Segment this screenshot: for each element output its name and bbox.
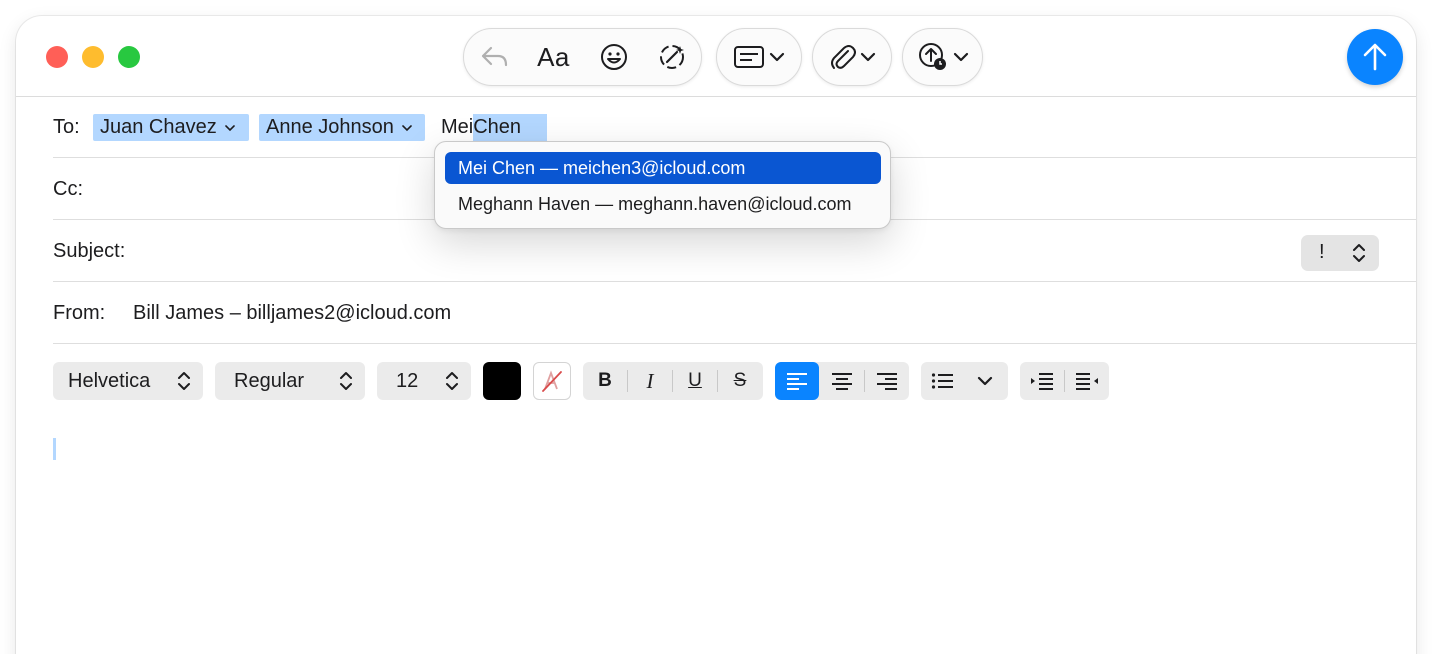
chevron-down-icon: [769, 52, 785, 62]
cc-label: Cc:: [53, 178, 83, 200]
chevron-down-icon: [402, 124, 412, 131]
attachment-menu-button[interactable]: [812, 28, 892, 86]
underline-icon: U: [688, 370, 702, 391]
decrease-indent-button[interactable]: [1020, 362, 1064, 400]
stepper-icon: [340, 372, 352, 390]
send-button[interactable]: [1347, 29, 1403, 85]
decrease-indent-icon: [1031, 373, 1053, 390]
bold-icon: B: [598, 370, 612, 391]
background-color-well[interactable]: [533, 362, 571, 400]
strikethrough-button[interactable]: S: [718, 362, 762, 400]
arrow-up-icon: [1363, 43, 1387, 71]
stepper-icon: [1353, 244, 1365, 262]
autocomplete-item[interactable]: Meghann Haven — meghann.haven@icloud.com: [445, 188, 881, 220]
align-center-icon: [831, 373, 852, 390]
chevron-down-icon: [224, 124, 235, 131]
strikethrough-icon: S: [733, 370, 747, 391]
autocomplete-item[interactable]: Mei Chen — meichen3@icloud.com: [445, 152, 881, 184]
align-left-icon: [787, 373, 807, 390]
alignment-group: [775, 362, 909, 400]
font-style-select[interactable]: Regular: [215, 362, 365, 400]
text-style-group: B I U S: [583, 362, 763, 400]
text-caret: [53, 438, 56, 460]
underline-button[interactable]: U: [673, 362, 717, 400]
font-value: Helvetica: [68, 369, 151, 392]
subject-field-row[interactable]: Subject: !: [53, 220, 1416, 282]
priority-select[interactable]: !: [1301, 235, 1379, 271]
bullet-list-icon: [931, 373, 953, 389]
header-fields-icon: [734, 46, 764, 68]
header-fields-menu-button[interactable]: [716, 28, 802, 86]
align-right-icon: [877, 373, 897, 390]
recipient-name: Anne Johnson: [266, 116, 394, 138]
subject-label: Subject:: [53, 240, 126, 262]
no-color-icon: [542, 370, 562, 392]
font-style-value: Regular: [234, 369, 305, 392]
chevron-down-icon: [953, 52, 968, 62]
increase-indent-button[interactable]: [1065, 362, 1109, 400]
writing-tools-icon: [659, 45, 684, 69]
chevron-down-icon: [860, 52, 876, 62]
from-account-select[interactable]: Bill James – billjames2@icloud.com: [133, 302, 451, 325]
close-window-button[interactable]: [46, 46, 68, 68]
window-controls: [46, 46, 140, 68]
toolbar-main-group: Aa: [463, 28, 702, 86]
text-color-well[interactable]: [483, 362, 521, 400]
font-size-value: 12: [396, 369, 419, 392]
chevron-down-icon: [977, 376, 993, 386]
writing-tools-button[interactable]: [643, 37, 701, 77]
to-input[interactable]: Mei Chen: [441, 114, 548, 141]
upload-menu-button[interactable]: [902, 28, 983, 86]
font-size-select[interactable]: 12: [377, 362, 471, 400]
message-body[interactable]: [53, 416, 1416, 654]
align-center-button[interactable]: [819, 362, 864, 400]
from-label: From:: [53, 302, 106, 324]
italic-button[interactable]: I: [628, 362, 672, 400]
reply-button[interactable]: [465, 37, 523, 77]
autocomplete-selection: Chen: [473, 114, 548, 141]
to-label: To:: [53, 116, 80, 138]
upload-icon: [918, 43, 946, 70]
recipient-token[interactable]: Juan Chavez: [93, 114, 249, 141]
bold-button[interactable]: B: [583, 362, 627, 400]
minimize-window-button[interactable]: [82, 46, 104, 68]
from-field-row[interactable]: From: Bill James – billjames2@icloud.com: [53, 282, 1416, 344]
align-right-button[interactable]: [865, 362, 909, 400]
zoom-window-button[interactable]: [118, 46, 140, 68]
align-left-button[interactable]: [775, 362, 819, 400]
emoji-button[interactable]: [585, 37, 643, 77]
increase-indent-icon: [1076, 373, 1098, 390]
recipient-name: Juan Chavez: [100, 116, 217, 138]
indent-group: [1020, 362, 1109, 400]
font-select[interactable]: Helvetica: [53, 362, 203, 400]
stepper-icon: [446, 372, 458, 390]
recipient-token[interactable]: Anne Johnson: [259, 114, 425, 141]
compose-window: Aa To: Juan Chavez Anne Johnson Mei Chen…: [16, 16, 1416, 654]
stepper-icon: [178, 372, 190, 390]
emoji-icon: [600, 44, 627, 70]
autocomplete-dropdown: Mei Chen — meichen3@icloud.com Meghann H…: [434, 141, 891, 229]
typed-text: Mei: [441, 116, 474, 138]
attachment-icon: [831, 45, 856, 69]
list-style-menu[interactable]: [921, 362, 1008, 400]
reply-icon: [481, 46, 507, 67]
priority-value: !: [1319, 241, 1325, 263]
format-text-button[interactable]: Aa: [523, 37, 585, 77]
italic-icon: I: [646, 368, 654, 393]
